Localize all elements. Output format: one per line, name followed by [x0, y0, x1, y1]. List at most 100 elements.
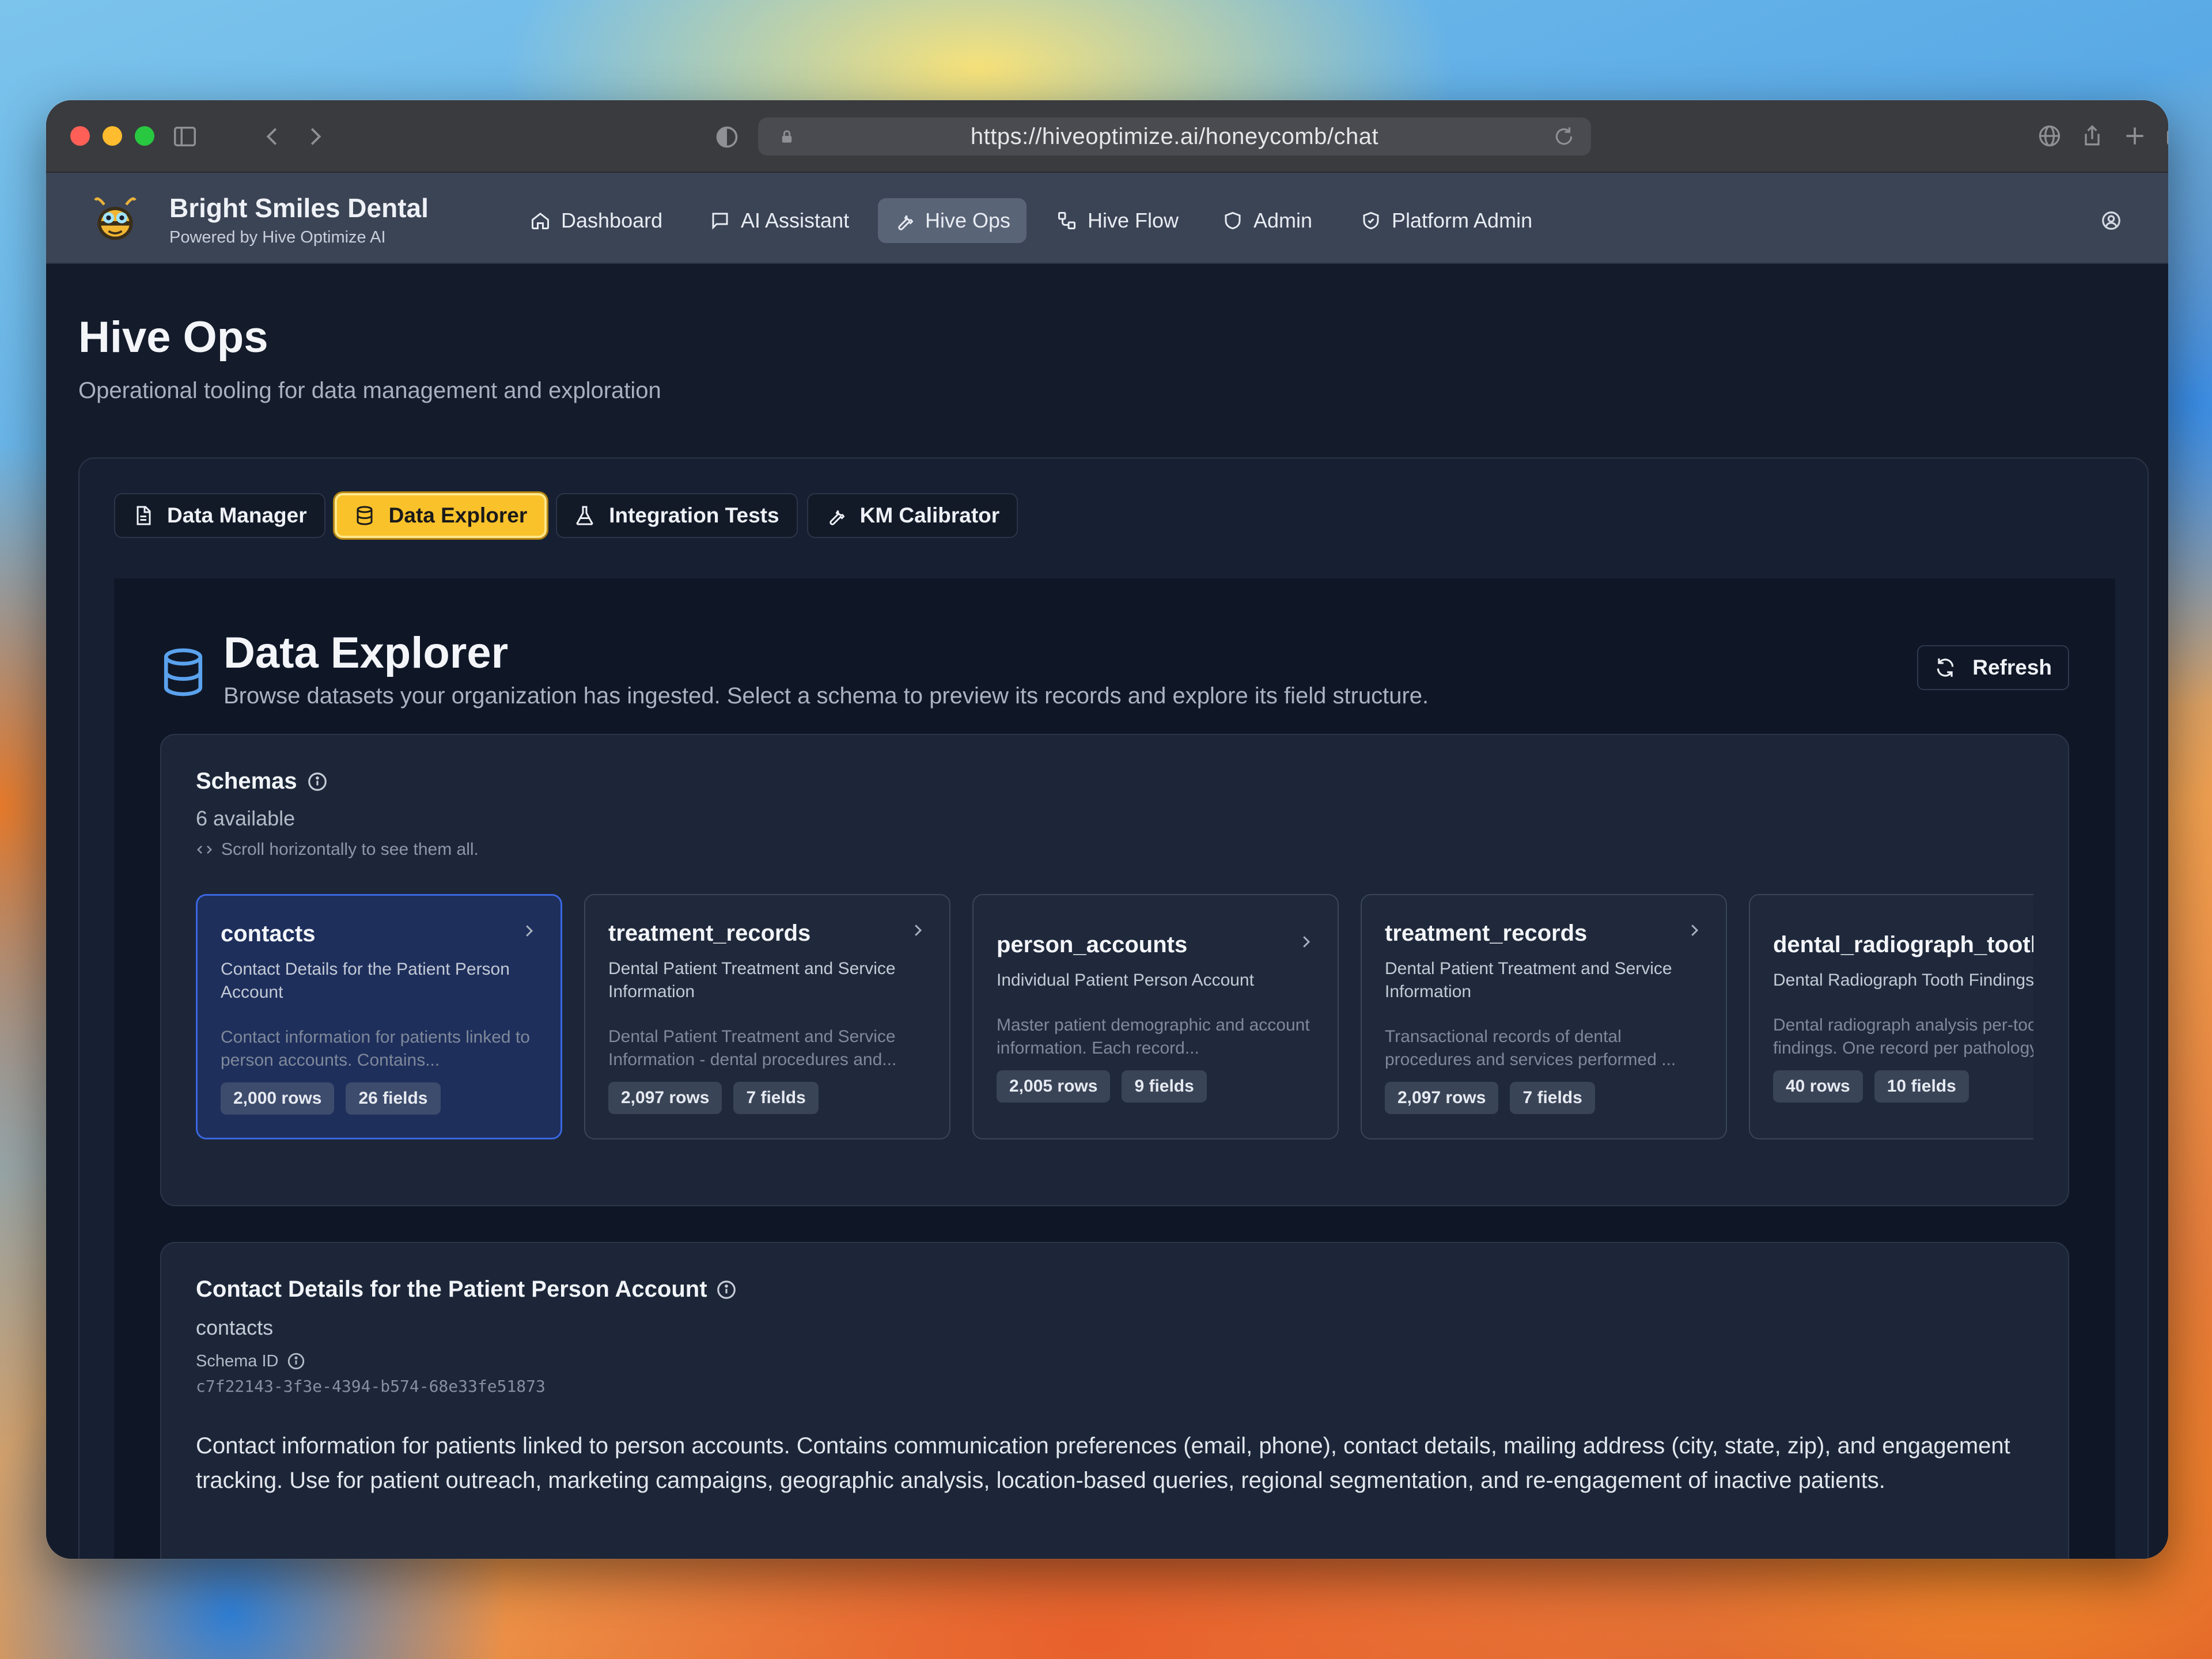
browser-window: https://hiveoptimize.ai/honeycomb/chat B…	[46, 100, 2168, 1559]
schema-description: Contact information for patients linked …	[221, 1028, 530, 1070]
chevron-right-icon	[526, 925, 533, 937]
nav-item-hive-ops[interactable]: Hive Ops	[878, 198, 1027, 243]
info-icon[interactable]	[286, 1351, 306, 1371]
fields-badge: 10 fields	[1874, 1070, 1969, 1103]
tab-data-explorer[interactable]: Data Explorer	[334, 493, 547, 538]
schema-card-treatment-records[interactable]: treatment_records Dental Patient Treatme…	[584, 894, 950, 1139]
schemas-card: Schemas 6 available Scroll horizontally …	[160, 734, 2069, 1206]
detail-description: Contact information for patients linked …	[196, 1433, 2010, 1493]
schema-description: Dental Patient Treatment and Service Inf…	[608, 1027, 897, 1069]
chevron-right-icon	[1691, 925, 1699, 936]
close-window-button[interactable]	[70, 126, 90, 146]
code-brackets-icon	[196, 845, 213, 854]
schema-label: Dental Radiograph Tooth Findings	[1773, 971, 2033, 990]
app-navbar: Bright Smiles Dental Powered by Hive Opt…	[46, 173, 2168, 264]
explorer-title: Data Explorer	[224, 628, 509, 677]
tab-label: Data Explorer	[388, 503, 528, 527]
rows-badge: 40 rows	[1773, 1070, 1863, 1103]
schema-description: Master patient demographic and account i…	[997, 1016, 1310, 1058]
main-content: Hive Ops Operational tooling for data ma…	[46, 264, 2168, 1559]
nav-item-label: Hive Ops	[925, 209, 1011, 232]
ops-tabs: Data Manager Data Explorer Integration T…	[114, 493, 1018, 538]
rows-badge: 2,097 rows	[1385, 1082, 1499, 1114]
flask-icon	[576, 506, 593, 525]
database-icon	[357, 506, 373, 525]
schema-name: dental_radiograph_tooth_findings	[1773, 932, 2033, 957]
schema-label: Dental Patient Treatment and Service Inf…	[1385, 959, 1672, 1001]
nav-item-admin[interactable]: Admin	[1206, 198, 1328, 243]
tab-km-calibrator[interactable]: KM Calibrator	[806, 493, 1018, 538]
page-subtitle: Operational tooling for data management …	[78, 378, 661, 403]
tab-label: Integration Tests	[609, 503, 779, 527]
forward-icon[interactable]	[302, 123, 328, 150]
schema-description: Dental radiograph analysis per-tooth fin…	[1773, 1016, 2033, 1058]
tab-data-manager[interactable]: Data Manager	[114, 493, 325, 538]
back-icon[interactable]	[259, 123, 286, 150]
brand-tagline: Powered by Hive Optimize AI	[169, 228, 386, 247]
nav-item-dashboard[interactable]: Dashboard	[514, 198, 679, 243]
schema-description: Transactional records of dental procedur…	[1385, 1027, 1676, 1069]
schema-badges: 40 rows 10 fields	[1773, 1070, 1969, 1103]
info-icon[interactable]	[306, 771, 328, 793]
wrench-icon	[898, 215, 914, 230]
hive-ops-panel: Data Manager Data Explorer Integration T…	[78, 457, 2149, 1559]
database-icon	[164, 648, 203, 696]
tab-integration-tests[interactable]: Integration Tests	[556, 493, 798, 538]
refresh-icon	[1937, 658, 1954, 677]
brand-name: Bright Smiles Dental	[169, 193, 429, 223]
fields-badge: 7 fields	[733, 1082, 819, 1114]
refresh-button[interactable]: Refresh	[1917, 645, 2069, 690]
schema-card-contacts[interactable]: contacts Contact Details for the Patient…	[196, 894, 562, 1139]
reload-icon[interactable]	[1553, 126, 1575, 147]
schema-label: Dental Patient Treatment and Service Inf…	[608, 959, 896, 1001]
schema-name: treatment_records	[1385, 921, 1588, 946]
detail-schema-name: contacts	[196, 1316, 274, 1339]
schema-card-person-accounts[interactable]: person_accounts Individual Patient Perso…	[972, 894, 1339, 1139]
schema-id-value[interactable]: c7f22143-3f3e-4394-b574-68e33fe51873	[196, 1377, 546, 1396]
chevron-right-icon	[1303, 936, 1310, 948]
hive-bee-logo[interactable]	[89, 194, 142, 247]
schema-id-label-row: Schema ID	[196, 1351, 306, 1371]
minimize-window-button[interactable]	[103, 126, 122, 146]
scroll-hint-text: Scroll horizontally to see them all.	[221, 840, 479, 859]
user-profile-icon[interactable]	[2100, 210, 2122, 232]
chat-icon	[712, 213, 728, 230]
url-text: https://hiveoptimize.ai/honeycomb/chat	[970, 124, 1379, 149]
share-icon[interactable]	[2080, 123, 2105, 149]
home-icon	[532, 213, 549, 229]
schemas-heading: Schemas	[196, 768, 328, 794]
wrench-icon	[829, 510, 845, 525]
tab-label: Data Manager	[167, 503, 307, 527]
tab-overview-icon[interactable]	[2165, 123, 2168, 149]
schema-label: Contact Details for the Patient Person A…	[221, 960, 510, 1002]
schema-badges: 2,097 rows 7 fields	[608, 1082, 819, 1114]
info-icon[interactable]	[715, 1279, 737, 1301]
schema-badges: 2,097 rows 7 fields	[1385, 1082, 1595, 1114]
schema-card-dental-radiograph[interactable]: dental_radiograph_tooth_findings Dental …	[1749, 894, 2033, 1139]
fields-badge: 7 fields	[1510, 1082, 1595, 1114]
sidebar-toggle-icon[interactable]	[172, 123, 198, 150]
translate-icon[interactable]	[2037, 123, 2062, 149]
browser-titlebar: https://hiveoptimize.ai/honeycomb/chat	[46, 100, 2168, 173]
schemas-title: Schemas	[196, 768, 297, 794]
schema-card-treatment-records-2[interactable]: treatment_records Dental Patient Treatme…	[1361, 894, 1727, 1139]
privacy-report-icon[interactable]	[714, 124, 740, 150]
schema-card-strip[interactable]: contacts Contact Details for the Patient…	[196, 894, 2033, 1142]
rows-badge: 2,000 rows	[221, 1082, 335, 1115]
nav-item-platform-admin[interactable]: Platform Admin	[1344, 198, 1548, 243]
nav-item-hive-flow[interactable]: Hive Flow	[1040, 198, 1195, 243]
new-tab-icon[interactable]	[2122, 123, 2147, 149]
schemas-count: 6 available	[196, 806, 296, 830]
fields-badge: 26 fields	[346, 1082, 441, 1115]
maximize-window-button[interactable]	[135, 126, 154, 146]
page-title: Hive Ops	[78, 313, 268, 362]
explorer-subtitle: Browse datasets your organization has in…	[224, 683, 1429, 709]
file-icon	[137, 506, 151, 525]
nav-item-ai-assistant[interactable]: AI Assistant	[694, 198, 865, 243]
nav-item-label: Admin	[1253, 209, 1313, 232]
nav-item-label: Dashboard	[561, 209, 663, 232]
address-bar[interactable]: https://hiveoptimize.ai/honeycomb/chat	[758, 118, 1591, 156]
rows-badge: 2,005 rows	[997, 1070, 1111, 1103]
nav-item-label: Platform Admin	[1392, 209, 1533, 232]
nav-item-label: Hive Flow	[1088, 209, 1179, 232]
